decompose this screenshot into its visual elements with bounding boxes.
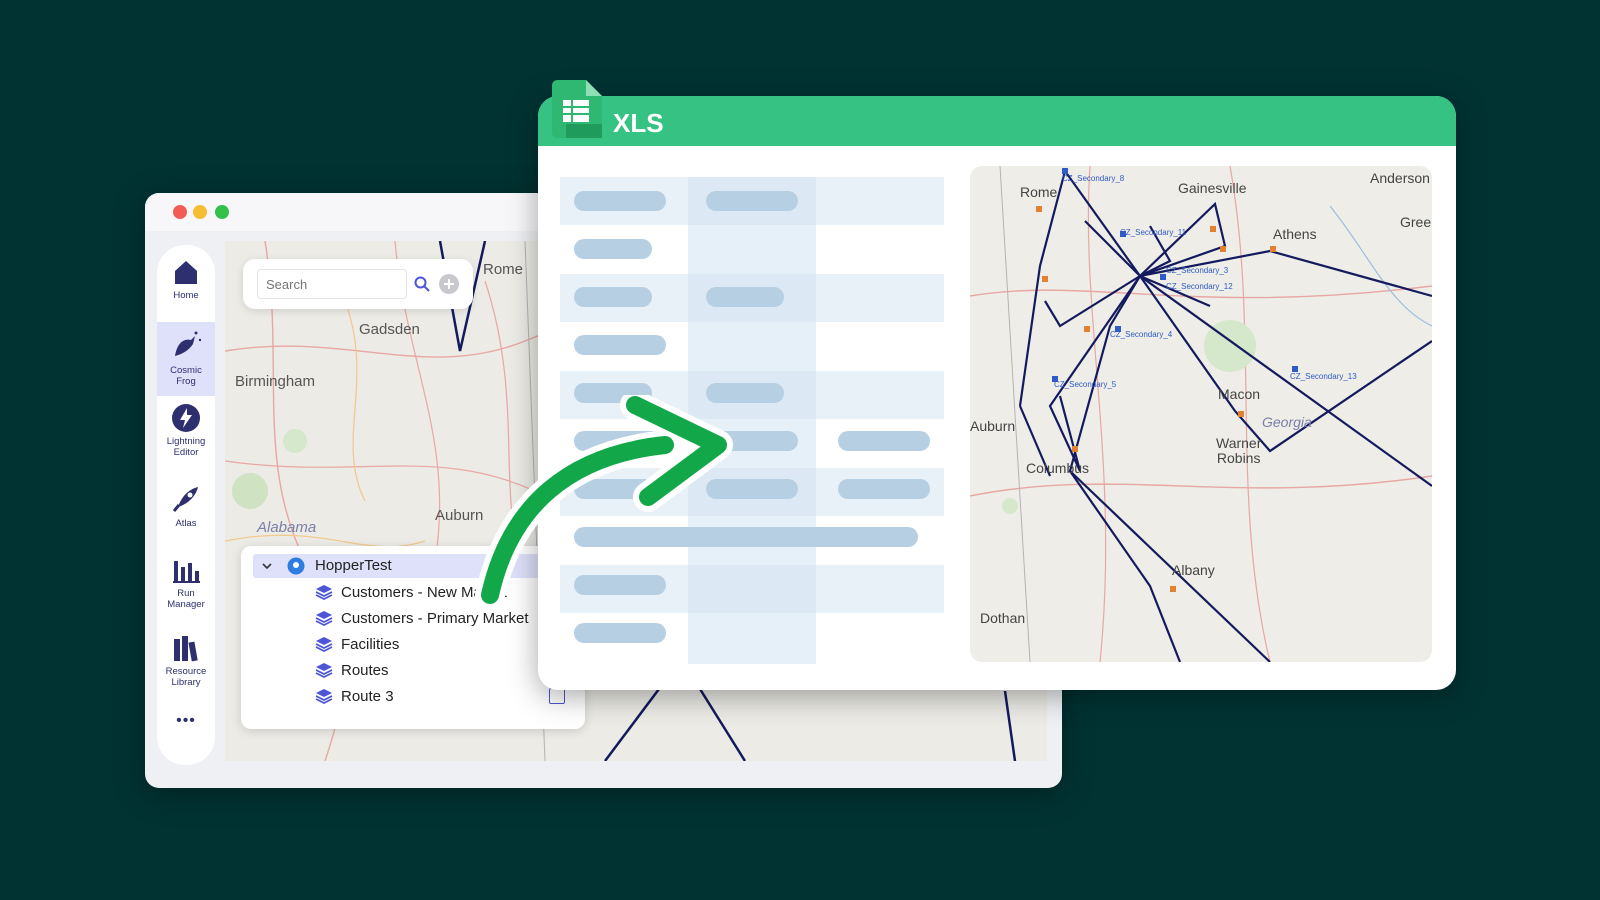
books-icon [174, 636, 198, 662]
map-label-gadsden: Gadsden [359, 321, 420, 338]
site-label: CZ_Secondary_11 [1120, 228, 1187, 237]
lightning-icon [172, 404, 200, 432]
cell-placeholder [706, 287, 784, 307]
layer-row[interactable]: Facilities [253, 632, 573, 658]
site-label: CZ_Secondary_3 [1166, 266, 1229, 275]
search-panel [243, 259, 473, 309]
minimize-window-button[interactable] [193, 205, 207, 219]
cell-placeholder [574, 287, 652, 307]
layers-icon [315, 611, 333, 627]
project-name: HopperTest [315, 557, 392, 574]
chevron-down-icon[interactable] [261, 560, 273, 572]
layer-label: Routes [341, 662, 389, 679]
home-icon [175, 261, 197, 284]
xls-map-label-gainesville: Gainesville [1178, 180, 1247, 196]
sidebar: Home Cosmic Frog Lightning Editor Atlas … [157, 245, 215, 765]
layer-row[interactable]: Route 3 [253, 684, 573, 710]
nav-resource-library-label: Resource Library [165, 666, 207, 688]
nav-lightning-editor[interactable]: Lightning Editor [157, 403, 215, 458]
map-label-birmingham: Birmingham [235, 373, 316, 390]
site-label: CZ_Secondary_4 [1110, 330, 1173, 339]
xls-map-label-warner-robins: Warner Robins [1216, 435, 1262, 466]
layer-label: Facilities [341, 636, 400, 653]
xls-header: XLS [538, 96, 1456, 146]
site-label: CZ_Secondary_12 [1166, 282, 1233, 291]
cell-placeholder [706, 191, 798, 211]
spreadsheet-icon [552, 80, 602, 138]
cell-placeholder [838, 479, 930, 499]
xls-map-label-columbus: Columbus [1026, 460, 1090, 476]
xls-map-label-albany: Albany [1172, 562, 1215, 578]
xls-map-label-auburn: Auburn [970, 418, 1016, 434]
location-pin-icon [287, 557, 305, 575]
nav-lightning-editor-label: Lightning Editor [166, 436, 206, 458]
frog-icon [175, 331, 202, 356]
rocket-icon [172, 487, 198, 512]
layer-label: Route 3 [341, 688, 394, 705]
close-window-button[interactable] [173, 205, 187, 219]
xls-map-label-dothan: Dothan [980, 610, 1026, 626]
nav-cosmic-frog-label: Cosmic Frog [170, 365, 202, 387]
nav-atlas[interactable]: Atlas [157, 483, 215, 529]
nav-cosmic-frog[interactable]: Cosmic Frog [157, 322, 215, 396]
layer-checkbox[interactable] [549, 688, 565, 704]
cell-placeholder [574, 335, 666, 355]
nav-resource-library[interactable]: Resource Library [157, 633, 215, 688]
nav-atlas-label: Atlas [175, 518, 197, 529]
xls-map-routes [970, 166, 1432, 662]
search-icon[interactable] [413, 275, 431, 293]
layers-icon [315, 689, 333, 705]
cell-placeholder [574, 239, 652, 259]
cell-placeholder [838, 431, 930, 451]
site-label: CZ_Secondary_5 [1054, 380, 1117, 389]
xls-map-label-macon: Macon [1218, 386, 1261, 402]
xls-map-label-gree: Gree [1400, 214, 1432, 230]
layer-row[interactable]: Routes [253, 658, 573, 684]
layers-icon [315, 663, 333, 679]
search-input[interactable] [257, 269, 407, 299]
nav-run-manager[interactable]: Run Manager [157, 555, 215, 610]
site-label: CZ_Secondary_8 [1062, 174, 1125, 183]
maximize-window-button[interactable] [215, 205, 229, 219]
xls-map-label-athens: Athens [1273, 226, 1317, 242]
xls-map-label-rome: Rome [1020, 184, 1058, 200]
nav-home[interactable]: Home [157, 257, 215, 301]
transfer-arrow-icon [475, 395, 733, 610]
cell-placeholder [574, 191, 666, 211]
cell-placeholder [574, 623, 666, 643]
bar-chart-icon [173, 561, 200, 583]
map-label-rome: Rome [483, 261, 524, 278]
xls-map-label-georgia: Georgia [1262, 414, 1312, 430]
more-button[interactable]: ••• [157, 713, 215, 729]
add-icon[interactable] [438, 273, 460, 295]
xls-title: XLS [613, 108, 664, 138]
layers-icon [315, 585, 333, 601]
nav-run-manager-label: Run Manager [167, 588, 205, 610]
layers-icon [315, 637, 333, 653]
site-label: CZ_Secondary_13 [1290, 372, 1357, 381]
xls-map-label-anderson: Anderson [1370, 170, 1430, 186]
map-label-alabama: Alabama [257, 519, 317, 536]
nav-home-label: Home [173, 290, 199, 301]
xls-map[interactable]: Rome Gainesville Anderson Athens Gree Ma… [970, 166, 1432, 662]
